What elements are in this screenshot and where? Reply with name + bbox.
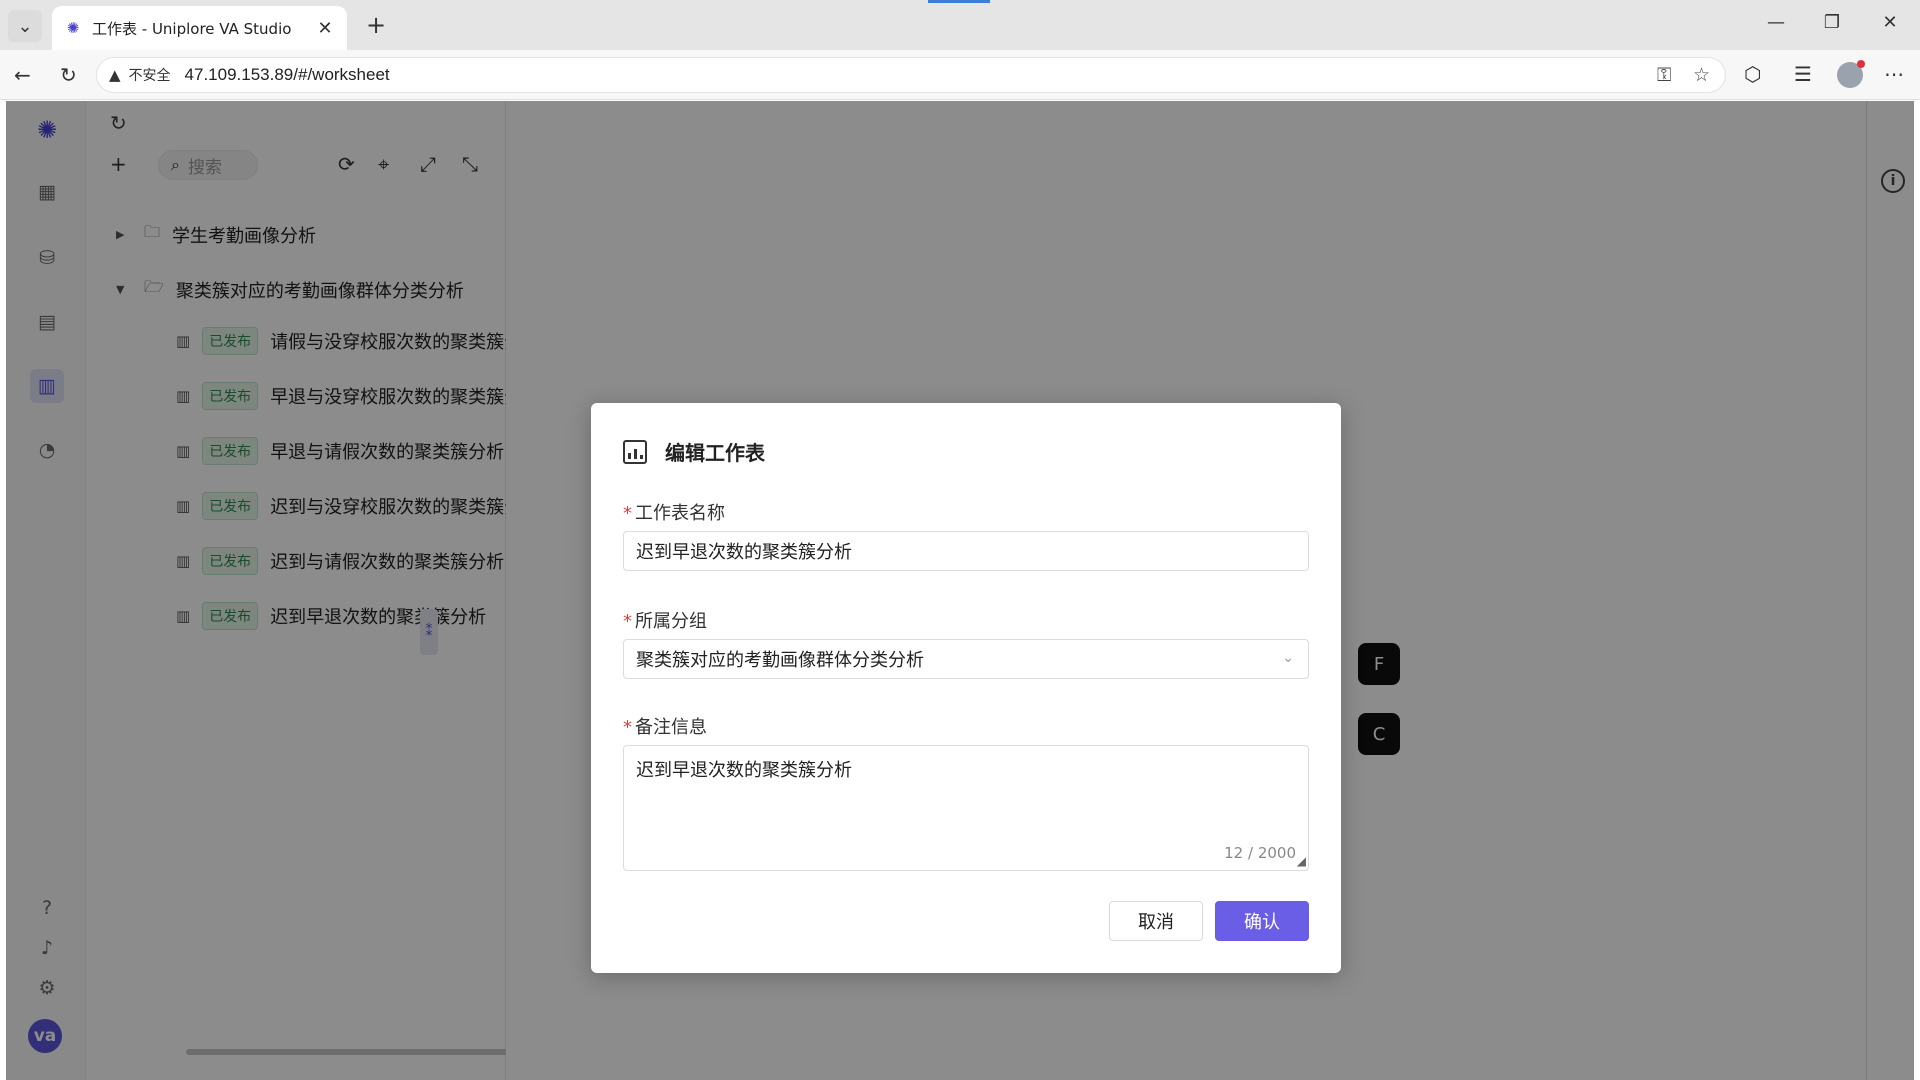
remark-textarea[interactable]: 迟到早退次数的聚类簇分析 12 / 2000 ◢ (623, 745, 1309, 871)
char-counter: 12 / 2000 (1224, 844, 1296, 862)
remark-field-label: * 备注信息 (623, 713, 707, 739)
group-select[interactable]: 聚类簇对应的考勤画像群体分类分析 ⌄ (623, 639, 1309, 679)
profile-notification-dot (1857, 60, 1865, 68)
confirm-button[interactable]: 确认 (1215, 901, 1309, 941)
app-viewport: ✺ ▦ ⛁ ▤ ▥ ◔ ? ♪ ⚙ va ↻ + ⌕ 搜索 ⟳ ⌖ ⤢ ⤡ ▶ … (6, 101, 1914, 1080)
group-field-label: * 所属分组 (623, 607, 707, 633)
dialog-header: 编辑工作表 (623, 437, 765, 466)
browser-tab-worksheet[interactable]: ✺ 工作表 - Uniplore VA Studio ✕ (52, 6, 347, 50)
restore-icon[interactable]: ❐ (1818, 12, 1846, 33)
extensions-icon[interactable]: ⬡ (1744, 62, 1761, 86)
window-close-icon[interactable]: ✕ (1876, 12, 1904, 33)
name-field-label: * 工作表名称 (623, 499, 725, 525)
favorite-star-icon[interactable]: ☆ (1693, 64, 1710, 86)
required-mark: * (623, 717, 632, 738)
dialog-title: 编辑工作表 (665, 441, 765, 465)
required-mark: * (623, 611, 632, 632)
remark-label-text: 备注信息 (635, 717, 707, 738)
worksheet-chart-icon (623, 439, 647, 464)
cancel-button[interactable]: 取消 (1109, 901, 1203, 941)
minimize-icon[interactable]: — (1762, 12, 1790, 33)
insecure-label: 不安全 (128, 68, 171, 84)
address-bar-row: ← ↻ ▲ 不安全 47.109.153.89/#/worksheet ⚿ ☆ … (0, 50, 1920, 100)
url-text[interactable]: 47.109.153.89/#/worksheet (185, 65, 390, 85)
url-omnibox[interactable]: ▲ 不安全 47.109.153.89/#/worksheet ⚿ ☆ (96, 57, 1726, 93)
edit-worksheet-dialog: 编辑工作表 * 工作表名称 迟到早退次数的聚类簇分析 * 所属分组 聚类簇对应的考勤… (591, 403, 1341, 973)
group-select-value: 聚类簇对应的考勤画像群体分类分析 (636, 650, 924, 671)
tab-close-icon[interactable]: ✕ (315, 18, 335, 39)
browser-tab-bar: ⌄ ✺ 工作表 - Uniplore VA Studio ✕ + — ❐ ✕ (0, 0, 1920, 50)
new-tab-button[interactable]: + (362, 12, 390, 40)
remark-value: 迟到早退次数的聚类簇分析 (636, 760, 852, 781)
required-mark: * (623, 503, 632, 524)
worksheet-name-input[interactable]: 迟到早退次数的聚类簇分析 (623, 531, 1309, 571)
more-menu-icon[interactable]: ⋯ (1884, 62, 1904, 86)
back-arrow-icon[interactable]: ← (14, 63, 31, 87)
group-label-text: 所属分组 (635, 611, 707, 632)
resize-grip-icon[interactable]: ◢ (1297, 854, 1306, 868)
favorites-list-icon[interactable]: ☰ (1794, 62, 1812, 86)
chevron-down-icon: ⌄ (1282, 650, 1294, 666)
warning-icon: ▲ (109, 66, 121, 84)
tab-list-chevron-icon[interactable]: ⌄ (8, 10, 42, 42)
app-favicon-icon: ✺ (66, 19, 80, 37)
worksheet-name-value: 迟到早退次数的聚类簇分析 (636, 542, 852, 563)
reload-icon[interactable]: ↻ (60, 63, 77, 87)
page-vertical-scrollbar[interactable] (9, 173, 13, 233)
name-label-text: 工作表名称 (635, 503, 725, 524)
tab-title: 工作表 - Uniplore VA Studio (92, 19, 292, 38)
tab-strip-indicator (928, 0, 990, 3)
key-icon[interactable]: ⚿ (1657, 64, 1671, 86)
